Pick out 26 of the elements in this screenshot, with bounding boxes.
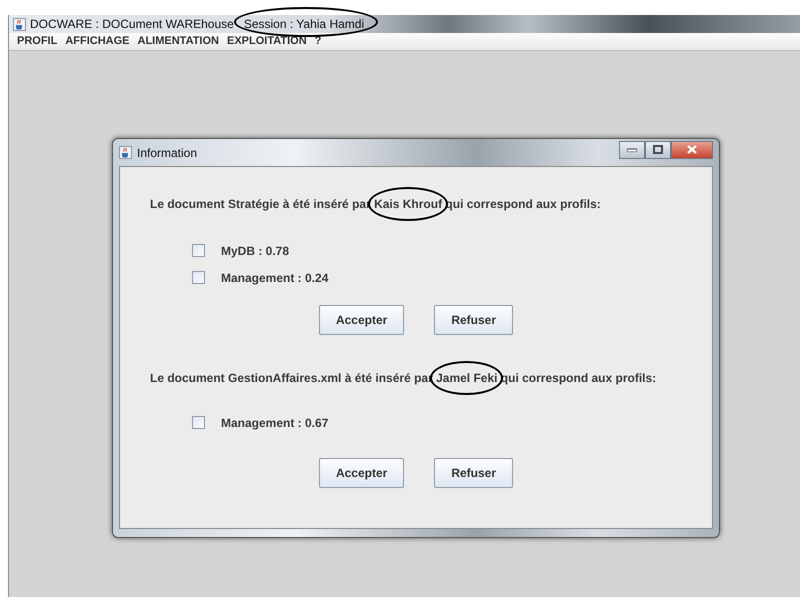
accept-button[interactable]: Accepter: [318, 305, 404, 335]
checkbox[interactable]: [192, 271, 205, 284]
menu-item[interactable]: EXPLOITATION: [222, 33, 311, 50]
window-title: DOCWARE : DOCument WAREhouse: [30, 16, 234, 33]
menu-item[interactable]: ALIMENTATION: [134, 33, 223, 50]
menu-item[interactable]: ?: [310, 33, 326, 50]
minimize-button[interactable]: [619, 140, 645, 158]
reject-button[interactable]: Refuser: [434, 305, 514, 335]
checkbox[interactable]: [192, 244, 205, 257]
accept-button[interactable]: Accepter: [318, 458, 404, 488]
close-button[interactable]: [671, 140, 713, 158]
minimize-icon: [627, 148, 637, 152]
maximize-icon: [653, 145, 663, 154]
profile-label: MyDB : 0.78: [221, 242, 290, 260]
close-icon: [687, 145, 697, 154]
checkbox[interactable]: [192, 416, 205, 429]
profile-label: Management : 0.24: [221, 270, 328, 286]
reject-button[interactable]: Refuser: [434, 458, 514, 488]
session-label: Session : Yahia Hamdi: [244, 16, 364, 33]
profile-label: Management : 0.67: [221, 414, 328, 432]
coffee-cup-icon: [13, 18, 26, 30]
coffee-cup-icon: [119, 146, 132, 159]
dialog-title: Information: [137, 144, 198, 162]
maximize-button[interactable]: [645, 140, 671, 158]
menu-item[interactable]: PROFIL: [13, 33, 62, 50]
menu-item[interactable]: AFFICHAGE: [61, 33, 134, 50]
